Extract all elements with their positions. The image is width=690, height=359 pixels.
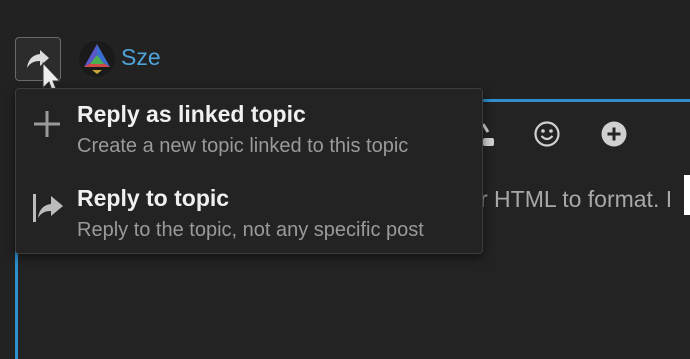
avatar[interactable] [78,40,116,78]
menu-item-reply-to-topic[interactable]: Reply to topic Reply to the topic, not a… [16,177,482,257]
menu-item-reply-as-linked-topic[interactable]: Reply as linked topic Create a new topic… [16,93,482,173]
reply-to-topic-icon [33,194,63,222]
editor-placeholder: r HTML to format. I [480,186,673,212]
menu-item-title: Reply to topic [77,185,230,211]
emoji-icon[interactable] [533,120,561,148]
reply-options-menu: Reply as linked topic Create a new topic… [15,88,483,254]
menu-item-title: Reply as linked topic [77,101,306,127]
menu-item-description: Create a new topic linked to this topic [77,135,409,157]
username-link[interactable]: Sze [121,44,161,71]
plus-icon [34,111,60,137]
plus-circle-icon[interactable] [600,120,628,148]
menu-item-description: Reply to the topic, not any specific pos… [77,219,424,241]
scroll-edge [684,175,690,215]
